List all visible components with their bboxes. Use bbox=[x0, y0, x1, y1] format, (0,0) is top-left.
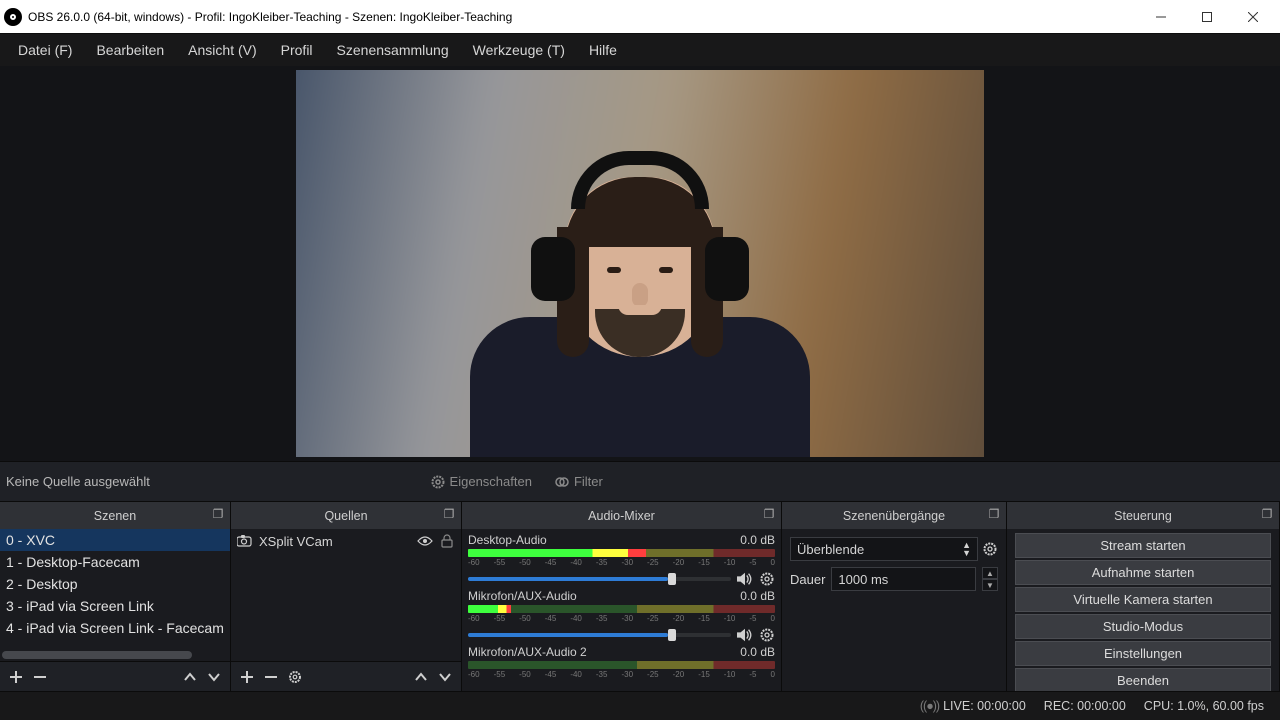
menu-view[interactable]: Ansicht (V) bbox=[178, 38, 266, 62]
menu-scenecollection[interactable]: Szenensammlung bbox=[327, 38, 459, 62]
speaker-icon[interactable] bbox=[737, 571, 753, 587]
rec-status: REC: 00:00:00 bbox=[1044, 699, 1126, 713]
channel-db: 0.0 dB bbox=[740, 645, 775, 659]
duration-label: Dauer bbox=[790, 572, 825, 587]
move-up-icon[interactable] bbox=[413, 669, 429, 685]
undock-icon[interactable]: ❐ bbox=[761, 506, 777, 522]
scrollbar-thumb[interactable] bbox=[2, 651, 192, 659]
remove-icon[interactable] bbox=[32, 669, 48, 685]
controls-header: Steuerung ❐ bbox=[1007, 502, 1279, 529]
scenes-dock: Szenen ❐ 0 - XVC 1 - Desktop-Facecam 2 -… bbox=[0, 502, 231, 691]
control-button[interactable]: Beenden bbox=[1015, 668, 1271, 691]
gear-icon[interactable] bbox=[982, 541, 998, 557]
undock-icon[interactable]: ❐ bbox=[986, 506, 1002, 522]
audio-meter bbox=[468, 661, 775, 669]
lock-icon[interactable] bbox=[439, 533, 455, 549]
gear-icon[interactable] bbox=[287, 669, 303, 685]
minimize-button[interactable] bbox=[1138, 0, 1184, 33]
preview-area[interactable] bbox=[0, 66, 1280, 461]
control-button[interactable]: Einstellungen bbox=[1015, 641, 1271, 666]
filters-button[interactable]: Filter bbox=[548, 472, 609, 492]
gear-icon[interactable] bbox=[759, 571, 775, 587]
gear-icon bbox=[430, 474, 446, 490]
scenes-list[interactable]: 0 - XVC 1 - Desktop-Facecam 2 - Desktop … bbox=[0, 529, 230, 661]
transitions-header: Szenenübergänge ❐ bbox=[782, 502, 1006, 529]
undock-icon[interactable]: ❐ bbox=[210, 506, 226, 522]
source-toolbar: Keine Quelle ausgewählt Eigenschaften Fi… bbox=[0, 461, 1280, 501]
gear-icon[interactable] bbox=[759, 627, 775, 643]
close-button[interactable] bbox=[1230, 0, 1276, 33]
scene-item[interactable]: 0 - XVC bbox=[0, 529, 230, 551]
menu-tools[interactable]: Werkzeuge (T) bbox=[463, 38, 575, 62]
filter-icon bbox=[554, 474, 570, 490]
scene-item[interactable]: 4 - iPad via Screen Link - Facecam bbox=[0, 617, 230, 639]
source-name: XSplit VCam bbox=[259, 534, 333, 549]
properties-button[interactable]: Eigenschaften bbox=[424, 472, 538, 492]
properties-label: Eigenschaften bbox=[450, 474, 532, 489]
speaker-icon[interactable] bbox=[737, 627, 753, 643]
live-status: LIVE: 00:00:00 bbox=[920, 699, 1026, 713]
sources-list[interactable]: XSplit VCam bbox=[231, 529, 461, 661]
add-icon[interactable] bbox=[8, 669, 24, 685]
channel-name: Desktop-Audio bbox=[468, 533, 547, 547]
filters-label: Filter bbox=[574, 474, 603, 489]
mixer-dock: Audio-Mixer ❐ Desktop-Audio0.0 dB-60-55-… bbox=[462, 502, 782, 691]
audio-meter bbox=[468, 605, 775, 613]
add-icon[interactable] bbox=[239, 669, 255, 685]
remove-icon[interactable] bbox=[263, 669, 279, 685]
move-up-icon[interactable] bbox=[182, 669, 198, 685]
window-title: OBS 26.0.0 (64-bit, windows) - Profil: I… bbox=[28, 10, 1138, 24]
titlebar: OBS 26.0.0 (64-bit, windows) - Profil: I… bbox=[0, 0, 1280, 33]
sources-dock: Quellen ❐ XSplit VCam bbox=[231, 502, 462, 691]
menu-edit[interactable]: Bearbeiten bbox=[86, 38, 174, 62]
scene-item[interactable]: 2 - Desktop bbox=[0, 573, 230, 595]
move-down-icon[interactable] bbox=[437, 669, 453, 685]
channel-db: 0.0 dB bbox=[740, 589, 775, 603]
control-button[interactable]: Stream starten bbox=[1015, 533, 1271, 558]
menu-help[interactable]: Hilfe bbox=[579, 38, 627, 62]
scenes-header: Szenen ❐ bbox=[0, 502, 230, 529]
menu-file[interactable]: Datei (F) bbox=[8, 38, 82, 62]
controls-dock: Steuerung ❐ Stream startenAufnahme start… bbox=[1007, 502, 1280, 691]
mixer-header: Audio-Mixer ❐ bbox=[462, 502, 781, 529]
undock-icon[interactable]: ❐ bbox=[1259, 506, 1275, 522]
duration-input[interactable]: 1000 ms bbox=[831, 567, 976, 591]
sources-header: Quellen ❐ bbox=[231, 502, 461, 529]
control-button[interactable]: Virtuelle Kamera starten bbox=[1015, 587, 1271, 612]
channel-name: Mikrofon/AUX-Audio 2 bbox=[468, 645, 587, 659]
menubar: Datei (F) Bearbeiten Ansicht (V) Profil … bbox=[0, 33, 1280, 66]
source-item[interactable]: XSplit VCam bbox=[231, 529, 461, 553]
eye-icon[interactable] bbox=[417, 533, 433, 549]
channel-name: Mikrofon/AUX-Audio bbox=[468, 589, 577, 603]
obs-logo-icon bbox=[4, 8, 22, 26]
menu-profile[interactable]: Profil bbox=[271, 38, 323, 62]
audio-meter bbox=[468, 549, 775, 557]
mixer-channel: Mikrofon/AUX-Audio 20.0 dB-60-55-50-45-4… bbox=[468, 645, 775, 679]
no-source-label: Keine Quelle ausgewählt bbox=[6, 474, 150, 489]
transition-select[interactable]: Überblende ▲▼ bbox=[790, 537, 978, 561]
undock-icon[interactable]: ❐ bbox=[441, 506, 457, 522]
scene-item[interactable]: 1 - Desktop-Facecam bbox=[0, 551, 230, 573]
mixer-channel: Mikrofon/AUX-Audio0.0 dB-60-55-50-45-40-… bbox=[468, 589, 775, 643]
mixer-channel: Desktop-Audio0.0 dB-60-55-50-45-40-35-30… bbox=[468, 533, 775, 587]
channel-db: 0.0 dB bbox=[740, 533, 775, 547]
maximize-button[interactable] bbox=[1184, 0, 1230, 33]
scene-item[interactable]: 3 - iPad via Screen Link bbox=[0, 595, 230, 617]
control-button[interactable]: Studio-Modus bbox=[1015, 614, 1271, 639]
cpu-status: CPU: 1.0%, 60.00 fps bbox=[1144, 699, 1264, 713]
control-button[interactable]: Aufnahme starten bbox=[1015, 560, 1271, 585]
volume-slider[interactable] bbox=[468, 577, 731, 581]
statusbar: LIVE: 00:00:00 REC: 00:00:00 CPU: 1.0%, … bbox=[0, 691, 1280, 720]
camera-icon bbox=[237, 533, 253, 549]
move-down-icon[interactable] bbox=[206, 669, 222, 685]
volume-slider[interactable] bbox=[468, 633, 731, 637]
mixer-list: Desktop-Audio0.0 dB-60-55-50-45-40-35-30… bbox=[462, 529, 781, 691]
docks-row: Szenen ❐ 0 - XVC 1 - Desktop-Facecam 2 -… bbox=[0, 501, 1280, 691]
preview-frame bbox=[296, 70, 984, 457]
duration-stepper[interactable]: ▲▼ bbox=[982, 567, 998, 591]
chevron-updown-icon: ▲▼ bbox=[962, 541, 971, 557]
transitions-dock: Szenenübergänge ❐ Überblende ▲▼ Dauer 10… bbox=[782, 502, 1007, 691]
